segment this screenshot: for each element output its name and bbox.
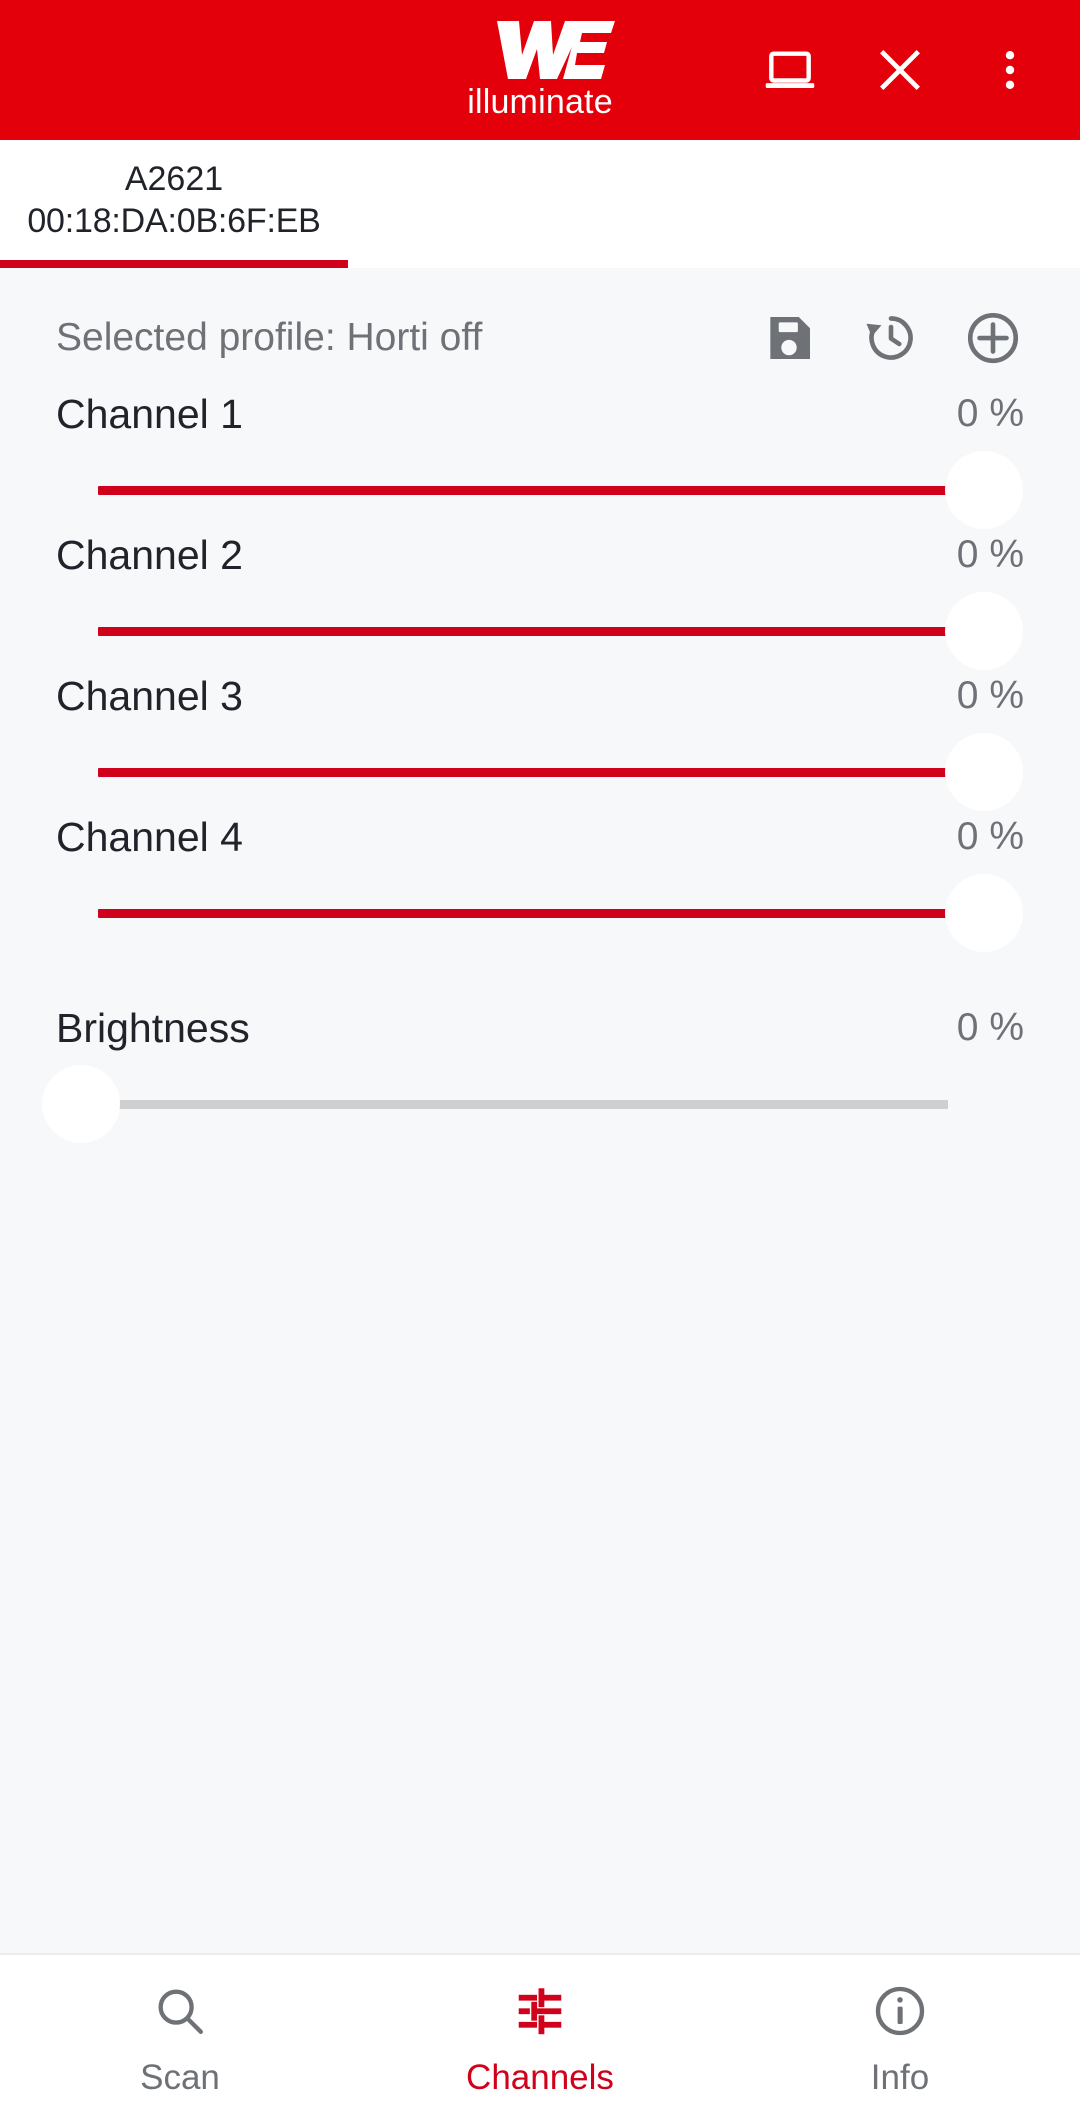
save-profile-button[interactable] bbox=[757, 306, 821, 370]
more-vert-icon-button[interactable] bbox=[958, 18, 1062, 122]
device-mac-address: 00:18:DA:0B:6F:EB bbox=[27, 202, 321, 240]
slider-thumb[interactable] bbox=[42, 1065, 120, 1143]
app-bar: illuminate bbox=[0, 0, 1080, 140]
tune-icon bbox=[518, 1988, 562, 2035]
device-tab-strip: A2621 00:18:DA:0B:6F:EB bbox=[0, 140, 1080, 268]
nav-label-channels: Channels bbox=[466, 2058, 614, 2097]
save-icon bbox=[770, 317, 810, 359]
slider-thumb[interactable] bbox=[945, 874, 1023, 952]
channel-label: Channel 3 bbox=[56, 673, 243, 719]
brand-subtitle: illuminate bbox=[467, 83, 613, 121]
channel-4-slider[interactable] bbox=[0, 873, 1080, 953]
sliders-list: Channel 1 0 % Channel 2 0 % Channel 3 0 … bbox=[0, 388, 1080, 1152]
channel-2-slider[interactable] bbox=[0, 591, 1080, 671]
slider-track-fill bbox=[98, 909, 948, 918]
brightness-slider[interactable] bbox=[0, 1064, 1080, 1144]
nav-label-scan: Scan bbox=[140, 2058, 220, 2097]
search-icon-wrap bbox=[151, 1979, 209, 2043]
brightness-value: 0 % bbox=[956, 1006, 1024, 1049]
channel-label: Channel 2 bbox=[56, 532, 243, 578]
laptop-icon bbox=[765, 51, 815, 88]
slider-track-fill bbox=[98, 768, 948, 777]
slider-thumb[interactable] bbox=[945, 451, 1023, 529]
profile-row: Selected profile: Horti off bbox=[0, 290, 1080, 386]
slider-thumb[interactable] bbox=[945, 733, 1023, 811]
device-name: A2621 bbox=[124, 160, 224, 198]
add-profile-button[interactable] bbox=[961, 306, 1025, 370]
bottom-navigation: Scan Channels Info bbox=[0, 1953, 1080, 2121]
channel-1-slider[interactable] bbox=[0, 450, 1080, 530]
channel-row: Channel 4 0 % bbox=[0, 811, 1080, 952]
channel-value: 0 % bbox=[956, 392, 1024, 435]
channel-value: 0 % bbox=[956, 674, 1024, 717]
channel-label: Channel 4 bbox=[56, 814, 243, 860]
channel-row: Channel 3 0 % bbox=[0, 670, 1080, 811]
channel-row: Channel 1 0 % bbox=[0, 388, 1080, 529]
tune-icon-wrap bbox=[511, 1979, 569, 2043]
search-icon bbox=[158, 1989, 203, 2034]
channel-3-slider[interactable] bbox=[0, 732, 1080, 812]
close-icon-button[interactable] bbox=[848, 18, 952, 122]
slider-track bbox=[98, 1100, 948, 1109]
device-tab-a2621[interactable]: A2621 00:18:DA:0B:6F:EB bbox=[0, 140, 348, 268]
nav-item-scan[interactable]: Scan bbox=[0, 1954, 360, 2121]
profile-actions bbox=[757, 306, 1025, 370]
profile-history-button[interactable] bbox=[859, 306, 923, 370]
channels-panel: Selected profile: Horti off Channel 1 0 … bbox=[0, 268, 1080, 1953]
close-icon bbox=[880, 50, 920, 90]
channel-value: 0 % bbox=[956, 533, 1024, 576]
channel-row: Channel 2 0 % bbox=[0, 529, 1080, 670]
nav-item-channels[interactable]: Channels bbox=[360, 1954, 720, 2121]
info-icon bbox=[875, 1986, 925, 2036]
slider-track-fill bbox=[98, 627, 948, 636]
slider-track-fill bbox=[98, 486, 948, 495]
slider-thumb[interactable] bbox=[945, 592, 1023, 670]
we-logo-icon bbox=[497, 21, 615, 79]
brightness-label: Brightness bbox=[56, 1005, 250, 1051]
app-screen: illuminate A2621 00:18:DA:0B:6F:EB Selec… bbox=[0, 0, 1080, 2121]
nav-item-info[interactable]: Info bbox=[720, 1954, 1080, 2121]
app-bar-actions bbox=[738, 0, 1062, 140]
history-icon bbox=[866, 316, 913, 360]
more-vert-icon bbox=[1005, 51, 1015, 89]
brightness-row: Brightness 0 % bbox=[0, 1002, 1080, 1152]
selected-profile-label: Selected profile: Horti off bbox=[56, 316, 483, 359]
active-tab-indicator bbox=[0, 260, 348, 268]
channel-label: Channel 1 bbox=[56, 391, 243, 437]
nav-label-info: Info bbox=[870, 2058, 930, 2097]
add-icon bbox=[967, 312, 1019, 364]
channel-value: 0 % bbox=[956, 815, 1024, 858]
laptop-icon-button[interactable] bbox=[738, 18, 842, 122]
info-icon-wrap bbox=[871, 1979, 929, 2043]
